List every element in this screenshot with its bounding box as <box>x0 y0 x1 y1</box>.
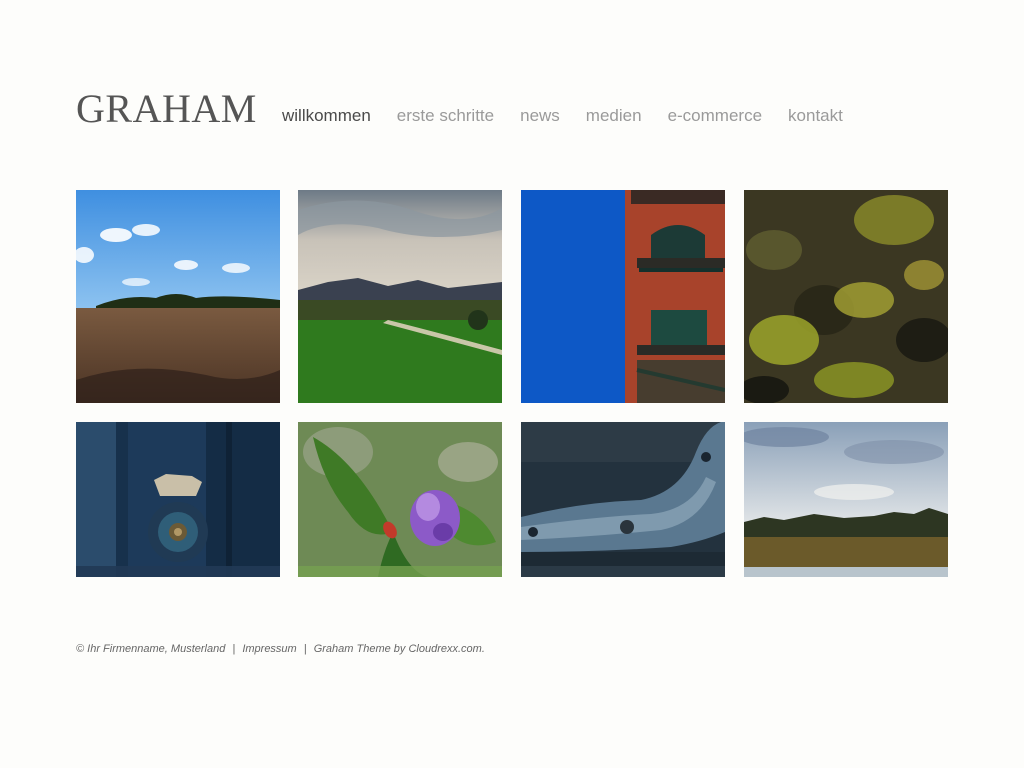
door-photo <box>76 422 280 577</box>
wood-photo <box>521 422 725 577</box>
footer-copyright: © Ihr Firmenname, Musterland <box>76 643 226 655</box>
nav-item-willkommen[interactable]: willkommen <box>282 104 371 128</box>
nav-item-erste-schritte[interactable]: erste schritte <box>397 104 494 128</box>
gallery-image-moss[interactable] <box>744 190 948 403</box>
gallery-image-lake[interactable] <box>744 422 948 577</box>
gallery-image-flower[interactable] <box>298 422 502 577</box>
gallery-image-door[interactable] <box>76 422 280 577</box>
gallery-image-building[interactable] <box>521 190 725 403</box>
site-logo[interactable]: GRAHAM <box>76 86 257 132</box>
flower-photo <box>298 422 502 577</box>
gallery-image-wood[interactable] <box>521 422 725 577</box>
gallery-image-field[interactable] <box>76 190 280 403</box>
footer-impressum-link[interactable]: Impressum <box>242 643 296 655</box>
footer-separator: | <box>232 643 236 655</box>
footer-separator: | <box>303 643 307 655</box>
footer: © Ihr Firmenname, Musterland | Impressum… <box>76 643 485 655</box>
gallery-image-meadow[interactable] <box>298 190 502 403</box>
moss-photo <box>744 190 948 403</box>
nav-item-medien[interactable]: medien <box>586 104 642 128</box>
nav-item-news[interactable]: news <box>520 104 560 128</box>
building-photo <box>521 190 725 403</box>
footer-credit-link[interactable]: Graham Theme by Cloudrexx.com. <box>314 643 485 655</box>
meadow-photo <box>298 190 502 403</box>
nav-item-kontakt[interactable]: kontakt <box>788 104 843 128</box>
field-photo <box>76 190 280 403</box>
nav-item-e-commerce[interactable]: e-commerce <box>668 104 762 128</box>
main-nav: willkommen erste schritte news medien e-… <box>282 104 869 128</box>
lake-photo <box>744 422 948 577</box>
